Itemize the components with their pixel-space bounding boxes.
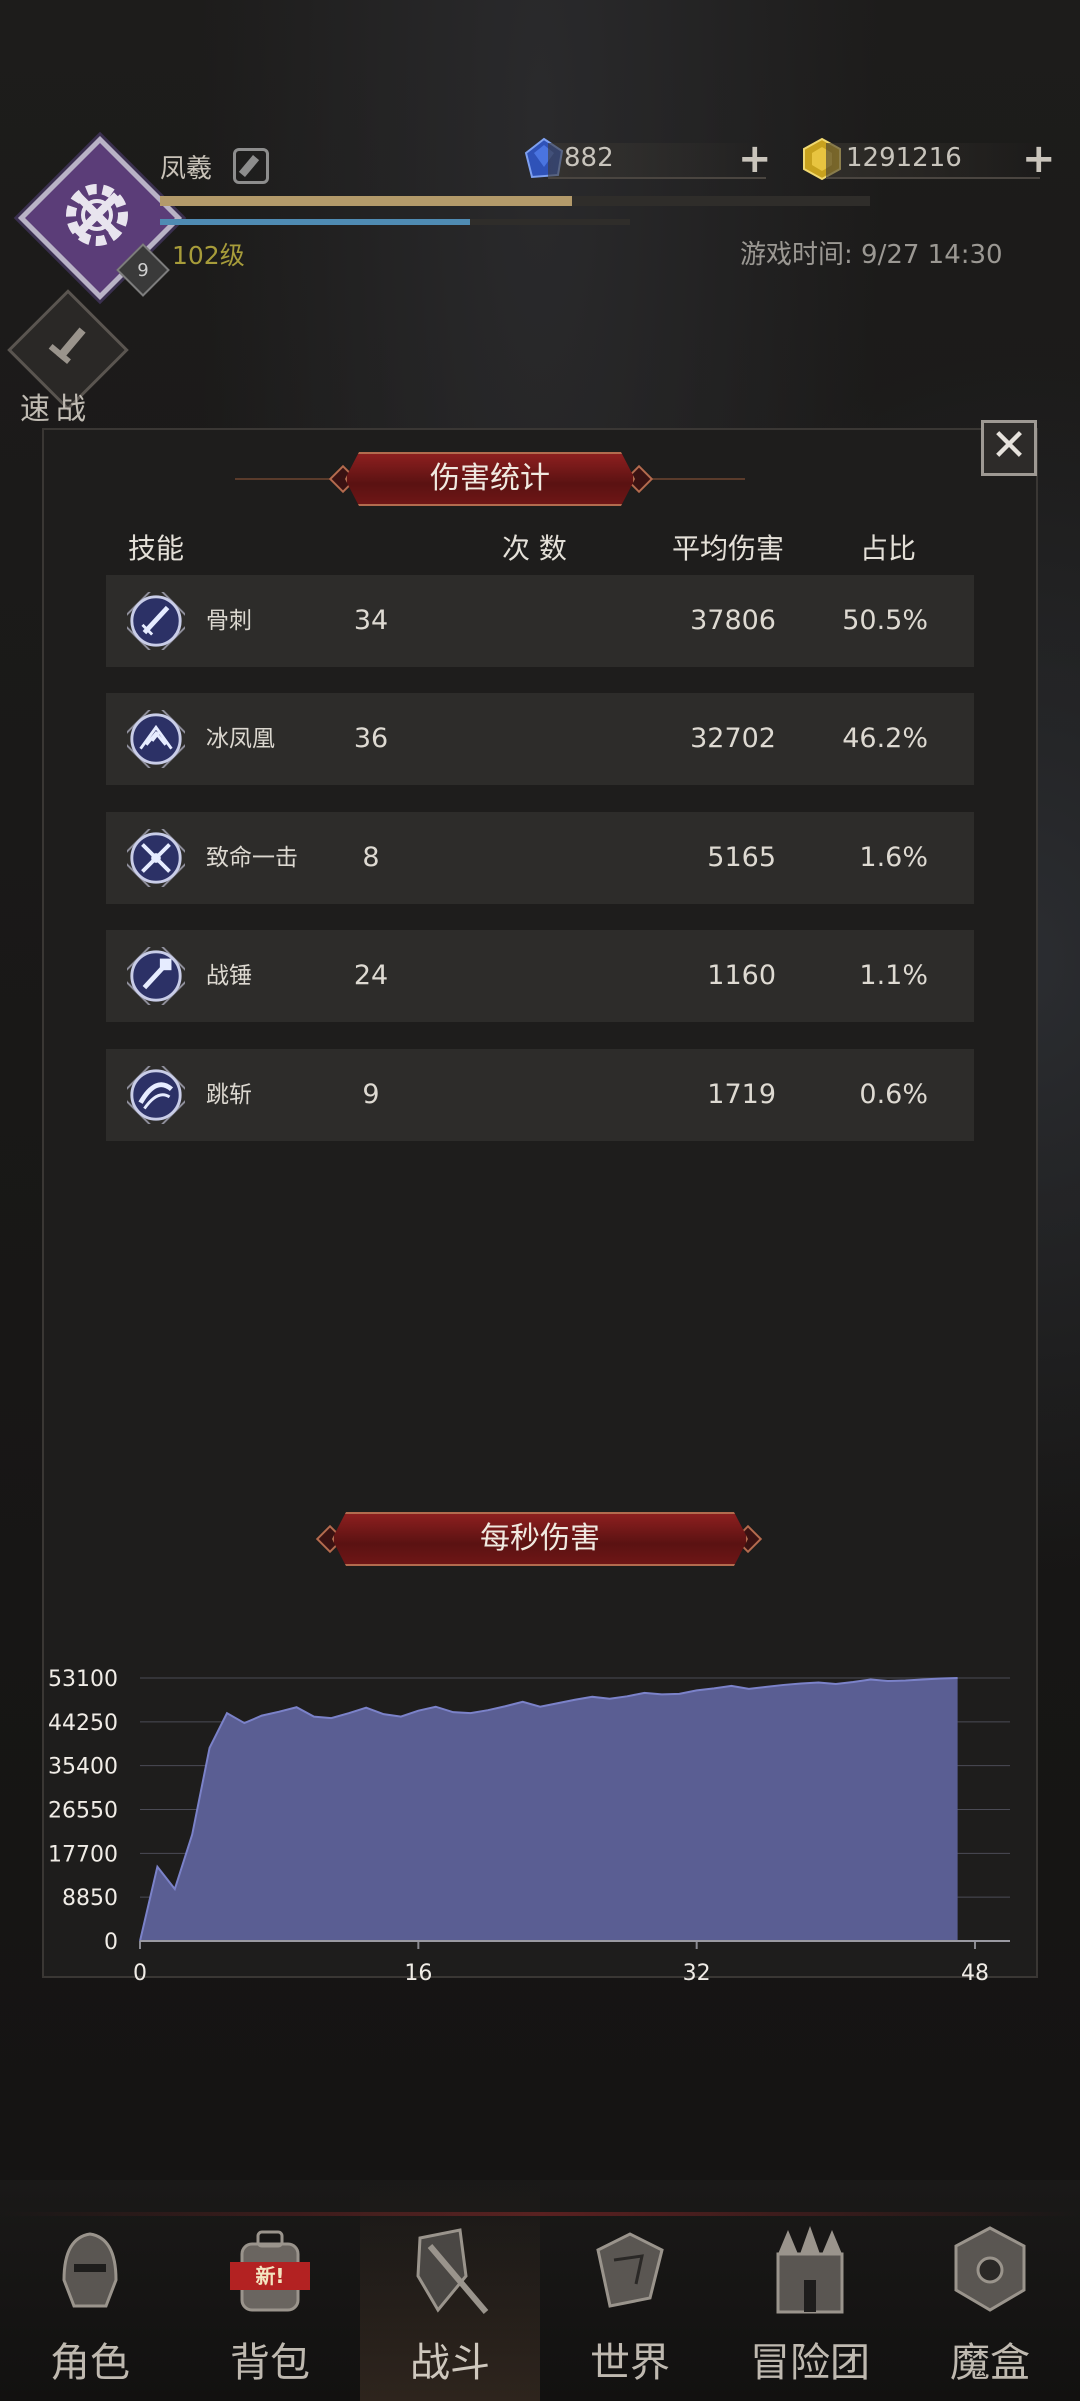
game-time: 游戏时间: 9/27 14:30	[740, 240, 1003, 270]
column-avg-damage: 平均伤害	[672, 532, 785, 565]
gem-resource: 882 +	[522, 137, 792, 181]
experience-fill	[160, 196, 572, 206]
castle-icon	[776, 2226, 844, 2314]
dps-chart-svg: 0 8850 17700 26550 35400 44250 53100 0 16 32 48	[48, 1667, 1010, 1986]
dps-title: 每秒伤害	[480, 1521, 600, 1556]
skill-percent: 1.1%	[859, 960, 928, 991]
skill-row: 战锤 24 1160 1.1%	[106, 930, 974, 1022]
critical-strike-skill-icon	[127, 829, 185, 887]
war-hammer-skill-icon	[127, 947, 185, 1005]
close-button[interactable]: ✕	[981, 420, 1037, 476]
damage-stats-title: 伤害统计	[430, 461, 550, 496]
add-gold-button[interactable]: +	[1022, 139, 1056, 179]
nav-backpack[interactable]: 新! 背包	[180, 2180, 360, 2401]
x-tick-label: 16	[404, 1961, 432, 1986]
gold-resource: 1291216 +	[800, 137, 1064, 181]
nav-label: 战斗	[410, 2340, 490, 2386]
mana-bar	[160, 219, 630, 225]
damage-stats-banner: 伤害统计	[235, 452, 745, 506]
player-level: 102级	[172, 241, 245, 270]
mana-fill	[160, 219, 471, 225]
nav-world-map[interactable]: 世界	[540, 2180, 720, 2401]
edit-name-icon[interactable]	[233, 148, 269, 184]
y-tick-label: 53100	[48, 1667, 118, 1692]
nav-label: 冒险团	[750, 2340, 870, 2386]
nav-label: 魔盒	[950, 2340, 1030, 2386]
nav-label: 角色	[50, 2340, 130, 2386]
column-percent: 占比	[860, 532, 917, 565]
skill-avg-damage: 37806	[690, 605, 776, 636]
column-skill: 技能	[128, 532, 185, 565]
skill-row: 骨刺 34 37806 50.5%	[106, 575, 974, 667]
gold-value: 1291216	[846, 143, 962, 173]
helmet-icon	[62, 2232, 118, 2308]
skill-avg-damage: 5165	[707, 842, 776, 873]
shield-sword-icon	[416, 2228, 489, 2314]
skill-row: 致命一击 8 5165 1.6%	[106, 812, 974, 904]
nav-label: 世界	[590, 2340, 670, 2386]
dps-area	[140, 1678, 958, 1941]
y-tick-label: 35400	[48, 1755, 118, 1780]
skill-name: 冰凤凰	[206, 726, 275, 752]
leap-slash-skill-icon	[127, 1066, 185, 1124]
skill-percent: 1.6%	[859, 842, 928, 873]
dps-banner: 每秒伤害	[315, 1512, 763, 1566]
skill-avg-damage: 1160	[707, 960, 776, 991]
x-tick-label: 0	[133, 1961, 147, 1986]
skill-percent: 46.2%	[842, 723, 928, 754]
nav-label: 背包	[230, 2340, 310, 2386]
skill-percent: 50.5%	[842, 605, 928, 636]
y-tick-label: 44250	[48, 1711, 118, 1736]
y-tick-label: 17700	[48, 1842, 118, 1867]
skill-count: 9	[362, 1079, 380, 1110]
nav-shield-sword[interactable]: 战斗	[360, 2180, 540, 2401]
skill-count: 24	[353, 960, 389, 991]
gear-wrench-icon	[66, 184, 128, 246]
y-tick-label: 8850	[62, 1886, 118, 1911]
y-tick-label: 0	[104, 1930, 118, 1955]
column-count: 次 数	[502, 532, 567, 565]
magic-box-icon	[954, 2226, 1026, 2312]
skill-count: 36	[353, 723, 389, 754]
bottom-nav: 角色 新! 背包 战斗 世界 冒险团 魔盒	[0, 2180, 1080, 2401]
skill-row: 跳斩 9 1719 0.6%	[106, 1049, 974, 1141]
gem-value: 882	[564, 143, 614, 173]
nav-castle[interactable]: 冒险团	[720, 2180, 900, 2401]
skill-count: 34	[353, 605, 389, 636]
sword-skill-icon	[127, 592, 185, 650]
world-map-icon	[596, 2232, 664, 2308]
add-gems-button[interactable]: +	[738, 139, 772, 179]
skill-avg-damage: 1719	[707, 1079, 776, 1110]
player-name: 凤羲	[160, 154, 213, 184]
skill-name: 骨刺	[206, 608, 252, 634]
y-tick-label: 26550	[48, 1799, 118, 1824]
skill-name: 致命一击	[206, 845, 298, 871]
skill-percent: 0.6%	[859, 1079, 928, 1110]
x-tick-label: 32	[683, 1961, 711, 1986]
skill-count: 8	[362, 842, 380, 873]
quick-battle-label: 速战	[20, 392, 92, 427]
dps-chart: 0 8850 17700 26550 35400 44250 53100 0 16 32 48	[0, 1650, 1080, 2010]
experience-bar	[160, 196, 870, 206]
skill-name: 跳斩	[206, 1082, 252, 1108]
quick-battle-button[interactable]: 速战	[0, 289, 130, 432]
skill-avg-damage: 32702	[690, 723, 776, 754]
sword-icon	[48, 327, 86, 365]
nav-helmet[interactable]: 角色	[0, 2180, 180, 2401]
new-badge: 新!	[230, 2262, 310, 2290]
x-tick-label: 48	[961, 1961, 989, 1986]
skill-row: 冰凤凰 36 32702 46.2%	[106, 693, 974, 785]
ice-phoenix-skill-icon	[127, 710, 185, 768]
skill-name: 战锤	[206, 963, 252, 989]
nav-magic-box[interactable]: 魔盒	[900, 2180, 1080, 2401]
